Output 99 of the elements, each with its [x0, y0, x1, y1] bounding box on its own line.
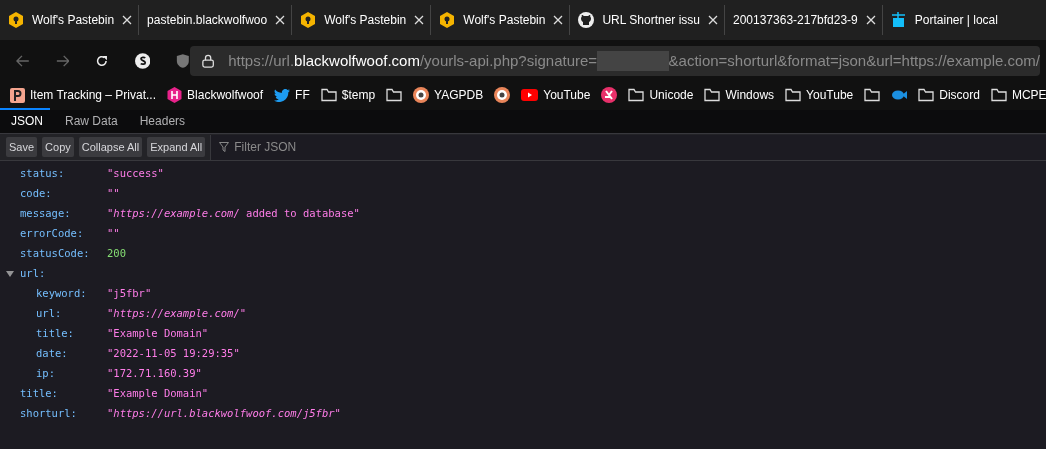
close-icon	[708, 15, 718, 25]
json-key: status:	[20, 166, 107, 182]
fish-icon[interactable]	[891, 89, 908, 101]
url-path: /yourls-api.php?signature=	[419, 50, 598, 71]
shield-icon	[300, 12, 317, 28]
json-value: "2022-11-05 19:29:35"	[107, 346, 240, 362]
tab-title: pastebin.blackwolfwoo	[147, 12, 268, 29]
lock-icon	[202, 53, 215, 69]
toolbar-button[interactable]: Collapse All	[78, 137, 143, 157]
folder-icon	[785, 88, 802, 102]
bookmark-link[interactable]: FF	[295, 86, 310, 104]
close-icon	[553, 15, 564, 25]
close-icon	[122, 15, 133, 25]
json-key: ip:	[36, 366, 107, 382]
viewer-tab[interactable]: JSON	[0, 109, 54, 133]
hexagon-logo-icon	[167, 87, 183, 103]
tab-title: Wolf's Pastebin	[463, 12, 546, 29]
browser-tab[interactable]: Portainer | local	[881, 5, 1004, 35]
json-value: "172.71.160.39"	[107, 366, 202, 382]
bookmark-link[interactable]: Windows	[725, 86, 775, 104]
shield-icon	[439, 12, 456, 28]
folder-icon	[320, 88, 337, 102]
folder-icon[interactable]	[864, 88, 881, 102]
tab-title: Wolf's Pastebin	[32, 12, 115, 29]
json-value: ""	[107, 226, 120, 242]
reload-icon[interactable]	[95, 53, 109, 69]
json-value: "Example Domain"	[107, 326, 209, 342]
viewer-tab[interactable]: Headers	[128, 109, 197, 133]
browser-tab[interactable]: 200137363-217bfd23-9	[724, 5, 882, 35]
browser-tab[interactable]: pastebin.blackwolfwoo	[138, 5, 292, 35]
json-value: "Example Domain"	[107, 386, 209, 402]
url-domain: blackwolfwoof.com	[294, 50, 420, 71]
browser-tab[interactable]: Wolf's Pastebin	[430, 5, 570, 35]
toolbar-button[interactable]: Save	[6, 137, 38, 157]
folder-icon	[918, 88, 935, 102]
forward-icon[interactable]	[55, 54, 70, 68]
p-logo-icon	[10, 87, 25, 103]
close-icon	[275, 15, 286, 25]
url-scheme: https://url.	[228, 50, 295, 71]
json-value: "success"	[107, 166, 164, 182]
bookmark-link[interactable]: YouTube	[806, 86, 854, 104]
play-icon	[521, 89, 539, 101]
folder-icon	[628, 88, 645, 102]
browser-tab[interactable]: Wolf's Pastebin	[0, 5, 139, 35]
bookmark-link[interactable]: Discord	[939, 86, 980, 104]
cat-icon	[578, 12, 595, 28]
tab-title: Wolf's Pastebin	[324, 12, 407, 29]
filter-icon	[219, 142, 230, 152]
logo-icon[interactable]	[601, 87, 618, 103]
bookmark-link[interactable]: YouTube	[543, 86, 591, 104]
tab-title: 200137363-217bfd23-9	[733, 12, 858, 29]
back-icon[interactable]	[16, 54, 30, 68]
avatar-icon[interactable]	[494, 87, 511, 103]
filter-field[interactable]: Filter JSON	[234, 138, 435, 156]
redacted-block	[597, 51, 669, 71]
folder-icon[interactable]	[386, 88, 403, 102]
browser-tab[interactable]: URL Shortner issu	[569, 5, 724, 35]
bookmark-link[interactable]: Blackwolfwoof	[187, 86, 264, 104]
browser-tab[interactable]: Wolf's Pastebin	[291, 5, 431, 35]
json-key: title:	[20, 386, 107, 402]
extension-icon[interactable]	[134, 52, 151, 70]
json-key: keyword:	[36, 286, 107, 302]
bookmark-link[interactable]: $temp	[341, 86, 376, 104]
json-key: statusCode:	[20, 246, 107, 262]
toolbar-button[interactable]: Copy	[42, 137, 74, 157]
tab-title: Portainer | local	[914, 12, 998, 29]
bookmark-link[interactable]: Item Tracking – Privat...	[30, 86, 157, 104]
bookmark-link[interactable]: MCPE	[1011, 86, 1046, 104]
bookmark-link[interactable]: YAGPDB	[434, 86, 484, 104]
close-icon	[414, 15, 425, 25]
address-bar[interactable]: https://url.blackwolfwoof.com/yourls-api.php?signature= &action=shorturl&format=json&url=https://example.com/	[190, 46, 1040, 76]
close-icon	[865, 15, 876, 25]
tab-title: URL Shortner issu	[602, 12, 700, 29]
json-key: shorturl:	[20, 406, 107, 422]
json-key: date:	[36, 346, 107, 362]
shield-icon[interactable]	[176, 52, 190, 70]
json-key: message:	[20, 206, 107, 222]
toolbar-button[interactable]: Expand All	[147, 137, 206, 157]
bookmark-link[interactable]: Unicode	[649, 86, 694, 104]
bird-icon	[274, 88, 291, 102]
json-value: "j5fbr"	[107, 286, 152, 302]
json-value: 200	[107, 246, 126, 262]
json-value: "https://example.com/"	[107, 306, 247, 322]
url-query: &action=shorturl&format=json&url=https://example.com/	[668, 50, 1040, 71]
json-key[interactable]: url:	[20, 266, 107, 282]
json-key: errorCode:	[20, 226, 107, 242]
json-key: title:	[36, 326, 107, 342]
json-value: ""	[107, 186, 120, 202]
json-key: code:	[20, 186, 107, 202]
folder-icon	[990, 88, 1007, 102]
crane-icon	[890, 12, 907, 28]
json-value: "https://url.blackwolfwoof.com/j5fbr"	[107, 406, 341, 422]
folder-icon	[704, 88, 721, 102]
avatar-icon	[413, 87, 430, 103]
viewer-tab[interactable]: Raw Data	[54, 109, 129, 133]
shield-icon	[8, 12, 24, 28]
expand-arrow-icon[interactable]	[6, 271, 14, 277]
json-value: "https://example.com/ added to database"	[107, 206, 360, 222]
json-key: url:	[36, 306, 107, 322]
